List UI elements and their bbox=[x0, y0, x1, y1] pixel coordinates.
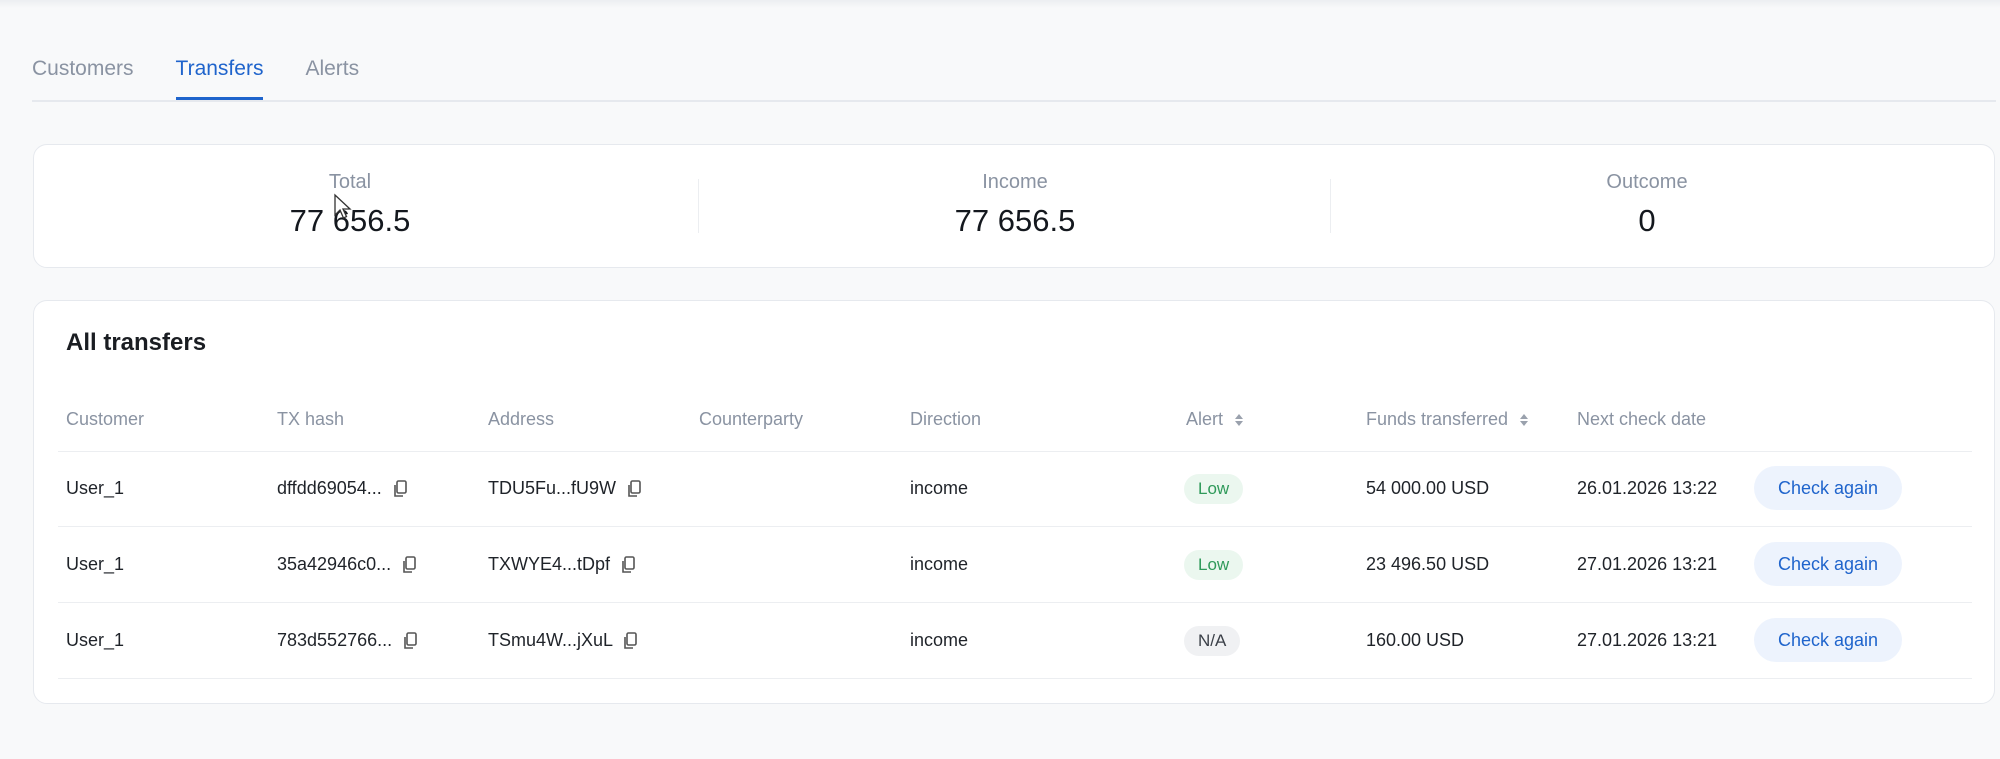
tx-hash-text: dffdd69054... bbox=[277, 478, 382, 498]
stat-income-label: Income bbox=[982, 171, 1048, 193]
cell-next-check: 27.01.2026 13:21 bbox=[1577, 630, 1718, 650]
top-bar bbox=[0, 0, 2000, 8]
column-header-alert-label: Alert bbox=[1186, 409, 1224, 429]
column-header-direction: Direction bbox=[910, 409, 982, 429]
cell-customer: User_1 bbox=[66, 554, 125, 574]
transfers-table-card: All transfers Customer TX hash Address C… bbox=[33, 300, 1995, 704]
copy-icon[interactable] bbox=[621, 556, 635, 574]
copy-icon[interactable] bbox=[403, 632, 417, 650]
check-again-button[interactable]: Check again bbox=[1754, 618, 1902, 662]
cell-funds: 54 000.00 USD bbox=[1366, 478, 1490, 498]
column-header-tx-hash: TX hash bbox=[277, 409, 345, 429]
cell-funds: 23 496.50 USD bbox=[1366, 554, 1490, 574]
cell-address: TDU5Fu...fU9W bbox=[488, 451, 641, 526]
cell-address: TXWYE4...tDpf bbox=[488, 527, 635, 602]
column-header-alert[interactable]: Alert bbox=[1186, 409, 1244, 430]
stat-outcome-label: Outcome bbox=[1606, 171, 1688, 193]
table-row: User_1 35a42946c0... TXWYE4...tDpf incom… bbox=[58, 527, 1972, 603]
column-header-funds-label: Funds transferred bbox=[1366, 409, 1509, 429]
stat-outcome: Outcome 0 bbox=[1331, 145, 1963, 267]
alert-badge: N/A bbox=[1184, 626, 1241, 656]
copy-icon[interactable] bbox=[627, 480, 641, 498]
address-text: TDU5Fu...fU9W bbox=[488, 478, 617, 498]
sort-icon[interactable] bbox=[1519, 412, 1529, 428]
mouse-pointer-icon bbox=[334, 193, 352, 219]
address-text: TXWYE4...tDpf bbox=[488, 554, 611, 574]
cell-direction: income bbox=[910, 630, 969, 650]
stat-outcome-value: 0 bbox=[1638, 203, 1656, 238]
cell-next-check: 27.01.2026 13:21 bbox=[1577, 554, 1718, 574]
column-header-address: Address bbox=[488, 409, 555, 429]
cell-customer: User_1 bbox=[66, 630, 125, 650]
table-header: Customer TX hash Address Counterparty Di… bbox=[58, 401, 1972, 452]
stat-total-label: Total bbox=[328, 171, 372, 193]
table-row: User_1 dffdd69054... TDU5Fu...fU9W incom… bbox=[58, 451, 1972, 527]
cell-tx-hash: 35a42946c0... bbox=[277, 527, 416, 602]
cell-funds: 160.00 USD bbox=[1366, 630, 1465, 650]
address-text: TSmu4W...jXuL bbox=[488, 630, 613, 650]
cell-tx-hash: dffdd69054... bbox=[277, 451, 407, 526]
copy-icon[interactable] bbox=[623, 632, 638, 650]
column-header-customer: Customer bbox=[66, 409, 145, 429]
cell-address: TSmu4W...jXuL bbox=[488, 603, 638, 678]
tab-customers[interactable]: Customers bbox=[32, 50, 134, 100]
table-row: User_1 783d552766... TSmu4W...jXuL incom… bbox=[58, 603, 1972, 679]
alert-badge: Low bbox=[1184, 550, 1244, 580]
copy-icon[interactable] bbox=[402, 556, 416, 574]
column-header-counterparty: Counterparty bbox=[699, 409, 804, 429]
sort-icon[interactable] bbox=[1234, 412, 1244, 428]
card-title: All transfers bbox=[66, 329, 207, 356]
cell-direction: income bbox=[910, 478, 969, 498]
copy-icon[interactable] bbox=[393, 480, 407, 498]
stat-income: Income 77 656.5 bbox=[699, 145, 1331, 267]
tx-hash-text: 35a42946c0... bbox=[277, 554, 392, 574]
stat-income-value: 77 656.5 bbox=[954, 203, 1076, 238]
tab-transfers[interactable]: Transfers bbox=[175, 50, 264, 100]
summary-card: Total 77 656.5 Income 77 656.5 Outcome 0 bbox=[33, 144, 1995, 268]
cell-customer: User_1 bbox=[66, 478, 125, 498]
cell-next-check: 26.01.2026 13:22 bbox=[1577, 478, 1718, 498]
column-header-next-check: Next check date bbox=[1577, 409, 1707, 429]
column-header-funds[interactable]: Funds transferred bbox=[1366, 409, 1529, 430]
tab-bar: Customers Transfers Alerts bbox=[32, 50, 1996, 102]
check-again-button[interactable]: Check again bbox=[1754, 542, 1902, 586]
alert-badge: Low bbox=[1184, 474, 1244, 504]
tx-hash-text: 783d552766... bbox=[277, 630, 393, 650]
check-again-button[interactable]: Check again bbox=[1754, 466, 1902, 510]
cell-tx-hash: 783d552766... bbox=[277, 603, 417, 678]
tab-alerts[interactable]: Alerts bbox=[305, 50, 359, 100]
cell-direction: income bbox=[910, 554, 969, 574]
